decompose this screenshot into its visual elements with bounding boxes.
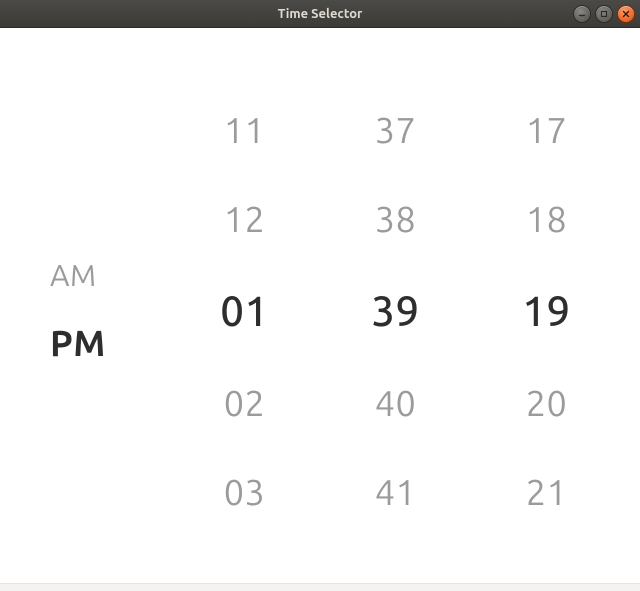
ampm-column[interactable]: AM PM <box>18 184 169 437</box>
seconds-column[interactable]: 17 18 19 20 21 <box>471 109 622 512</box>
footer-separator <box>0 583 640 591</box>
seconds-cell[interactable]: 20 <box>526 382 568 423</box>
hours-cell[interactable]: 02 <box>224 382 266 423</box>
hours-cell[interactable]: 12 <box>224 198 266 239</box>
minutes-cell[interactable]: 40 <box>375 382 417 423</box>
maximize-button[interactable] <box>596 6 612 22</box>
minutes-column[interactable]: 37 38 39 40 41 <box>320 109 471 512</box>
minutes-cell[interactable]: 41 <box>375 471 417 512</box>
seconds-cell[interactable]: 18 <box>526 198 568 239</box>
seconds-cell[interactable]: 21 <box>526 471 568 512</box>
close-icon <box>622 10 630 18</box>
close-button[interactable] <box>618 6 634 22</box>
minutes-cell[interactable]: 38 <box>375 198 417 239</box>
minimize-icon <box>578 10 586 18</box>
time-picker: AM PM 11 12 01 02 03 37 38 39 40 41 17 1… <box>18 53 622 567</box>
ampm-option-pm[interactable]: PM <box>50 322 106 363</box>
ampm-option-am[interactable]: AM <box>50 258 97 292</box>
minutes-cell[interactable]: 37 <box>375 109 417 150</box>
client-area: AM PM 11 12 01 02 03 37 38 39 40 41 17 1… <box>0 28 640 591</box>
maximize-icon <box>600 10 608 18</box>
seconds-cell-selected[interactable]: 19 <box>522 287 570 334</box>
minutes-cell-selected[interactable]: 39 <box>371 287 419 334</box>
window-controls <box>574 6 634 22</box>
titlebar: Time Selector <box>0 0 640 28</box>
hours-column[interactable]: 11 12 01 02 03 <box>169 109 320 512</box>
hours-cell[interactable]: 03 <box>224 471 266 512</box>
hours-cell[interactable]: 11 <box>224 109 266 150</box>
minimize-button[interactable] <box>574 6 590 22</box>
window-title: Time Selector <box>0 7 640 21</box>
hours-cell-selected[interactable]: 01 <box>220 287 268 334</box>
seconds-cell[interactable]: 17 <box>526 109 568 150</box>
